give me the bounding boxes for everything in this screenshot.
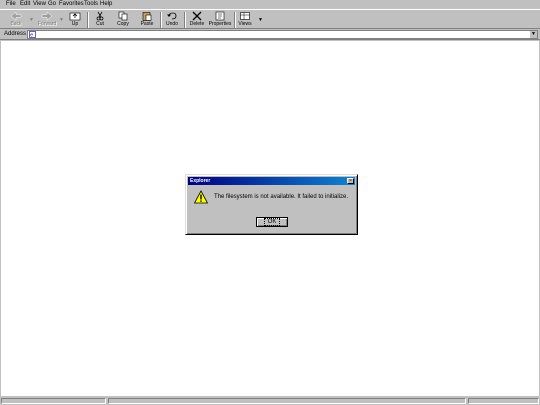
status-bar xyxy=(0,397,540,405)
up-button[interactable]: Up xyxy=(67,11,83,29)
menu-help[interactable]: Help xyxy=(100,1,112,8)
forward-arrow-icon xyxy=(41,11,53,21)
menu-file[interactable]: File xyxy=(6,1,16,8)
views-label: Views xyxy=(238,21,252,27)
cut-label: Cut xyxy=(96,21,104,27)
forward-label: Forward xyxy=(37,21,57,27)
toolbar: Back ▼ Forward ▼ Up Cut Copy Paste Undo … xyxy=(0,9,540,29)
views-dropdown-caret-icon[interactable]: ▼ xyxy=(258,17,263,23)
paste-icon xyxy=(142,12,152,21)
address-label: Address xyxy=(4,31,27,37)
address-bar: Address e ▼ xyxy=(0,29,540,40)
undo-button[interactable]: Undo xyxy=(164,11,180,29)
toolbar-separator xyxy=(184,12,186,28)
svg-text:e: e xyxy=(30,33,33,38)
up-label: Up xyxy=(71,21,79,27)
warning-icon xyxy=(194,190,208,204)
up-folder-icon xyxy=(69,12,81,21)
menu-tools[interactable]: Tools xyxy=(84,1,98,8)
properties-label: Properties xyxy=(208,21,232,27)
properties-icon xyxy=(215,11,225,21)
forward-dropdown-caret-icon[interactable]: ▼ xyxy=(59,17,64,23)
status-pane-1 xyxy=(1,398,106,404)
copy-button[interactable]: Copy xyxy=(115,11,131,29)
ok-label: OK xyxy=(263,218,281,226)
views-icon xyxy=(240,12,250,20)
close-icon: × xyxy=(349,178,352,184)
status-pane-3 xyxy=(468,398,539,404)
paste-label: Paste xyxy=(140,21,154,27)
menu-view[interactable]: View xyxy=(33,1,46,8)
delete-button[interactable]: Delete xyxy=(188,11,206,29)
cut-button[interactable]: Cut xyxy=(92,11,108,29)
back-arrow-icon xyxy=(10,11,22,21)
delete-label: Delete xyxy=(189,21,205,27)
paste-button[interactable]: Paste xyxy=(138,11,156,29)
back-dropdown-caret-icon[interactable]: ▼ xyxy=(29,17,34,23)
undo-icon xyxy=(167,12,177,20)
address-dropdown-icon[interactable]: ▼ xyxy=(529,31,537,38)
address-input[interactable]: e ▼ xyxy=(27,30,538,39)
dialog-message: The filesystem is not available. It fail… xyxy=(214,194,349,200)
menu-go[interactable]: Go xyxy=(48,1,56,8)
menu-edit[interactable]: Edit xyxy=(20,1,30,8)
forward-button[interactable]: Forward xyxy=(36,11,58,29)
dialog-close-button[interactable]: × xyxy=(347,178,354,184)
undo-label: Undo xyxy=(166,21,178,27)
menu-bar: File Edit View Go Favorites Tools Help xyxy=(0,0,540,9)
error-dialog: Explorer × The filesystem is not availab… xyxy=(185,174,358,235)
toolbar-separator xyxy=(234,12,236,28)
toolbar-separator xyxy=(87,12,89,28)
back-button[interactable]: Back xyxy=(6,11,26,29)
toolbar-separator xyxy=(160,12,162,28)
copy-label: Copy xyxy=(117,21,129,27)
properties-button[interactable]: Properties xyxy=(208,11,232,29)
back-label: Back xyxy=(10,21,22,27)
dialog-title-bar[interactable]: Explorer × xyxy=(188,177,355,185)
ok-button[interactable]: OK xyxy=(256,217,288,227)
views-button[interactable]: Views xyxy=(237,11,253,29)
delete-x-icon xyxy=(192,11,202,21)
dialog-title: Explorer xyxy=(190,178,211,184)
page-icon: e xyxy=(29,31,36,38)
menu-favorites[interactable]: Favorites xyxy=(59,1,84,8)
copy-icon xyxy=(118,11,128,21)
scissors-icon xyxy=(96,11,104,21)
status-pane-2 xyxy=(108,398,466,404)
